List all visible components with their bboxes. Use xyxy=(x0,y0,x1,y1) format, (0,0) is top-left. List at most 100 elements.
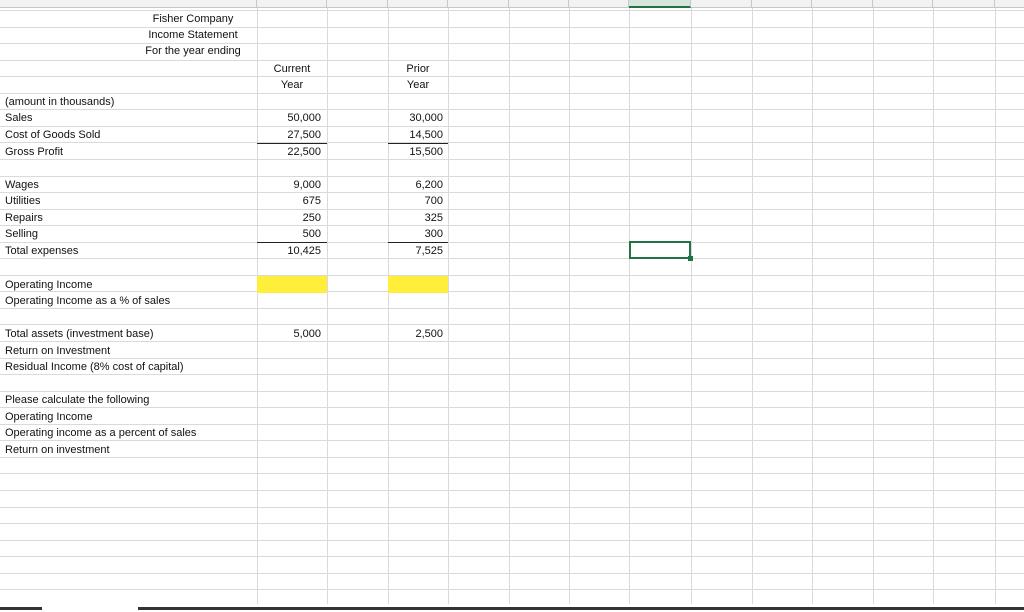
instructions-item-1: Operating Income xyxy=(5,411,93,423)
residual-income-label: Residual Income (8% cost of capital) xyxy=(5,361,184,373)
sales-current: 50,000 xyxy=(287,112,321,124)
column-header-g[interactable] xyxy=(569,0,629,8)
repairs-label: Repairs xyxy=(5,212,43,224)
gross-profit-prior: 15,500 xyxy=(409,146,443,158)
gridline-row xyxy=(0,142,1024,143)
gridline-col xyxy=(388,8,389,604)
gridline-col xyxy=(873,8,874,604)
gridline-row xyxy=(0,341,1024,342)
gridline-row xyxy=(0,126,1024,127)
sales-label: Sales xyxy=(5,112,33,124)
sales-prior: 30,000 xyxy=(409,112,443,124)
fill-handle[interactable] xyxy=(688,256,693,261)
selling-label: Selling xyxy=(5,228,39,240)
selling-current: 500 xyxy=(302,228,321,240)
column-header-l[interactable] xyxy=(873,0,933,8)
column-header-j[interactable] xyxy=(752,0,812,8)
gridline-row xyxy=(0,192,1024,193)
sheet-tab-strip[interactable] xyxy=(0,607,42,610)
repairs-prior: 325 xyxy=(424,212,443,224)
gridline-row xyxy=(0,490,1024,491)
gridline-row xyxy=(0,242,1024,243)
total-assets-label: Total assets (investment base) xyxy=(5,328,154,340)
gridline-row xyxy=(0,407,1024,408)
current-year-header-1: Current xyxy=(273,63,311,75)
gridline-row xyxy=(0,391,1024,392)
amount-note: (amount in thousands) xyxy=(5,96,115,108)
gross-profit-current: 22,500 xyxy=(287,146,321,158)
gridline-col xyxy=(691,8,692,604)
gridline-row xyxy=(0,573,1024,574)
oi-pct-sales-label: Operating Income as a % of sales xyxy=(5,295,171,307)
column-header-m[interactable] xyxy=(933,0,995,8)
operating-income-label: Operating Income xyxy=(5,279,93,291)
gridline-row xyxy=(0,60,1024,61)
spreadsheet-grid[interactable]: Fisher Company Income Statement For the … xyxy=(0,0,1024,612)
total-assets-current: 5,000 xyxy=(293,328,321,340)
column-header-h[interactable] xyxy=(629,0,691,8)
total-expenses-current: 10,425 xyxy=(287,245,321,257)
cogs-current: 27,500 xyxy=(287,129,321,141)
operating-income-prior[interactable] xyxy=(388,277,443,293)
horizontal-scrollbar[interactable] xyxy=(138,607,1024,610)
current-year-header-2: Year xyxy=(280,79,304,91)
wages-prior: 6,200 xyxy=(415,179,443,191)
gridline-row xyxy=(0,109,1024,110)
column-header-i[interactable] xyxy=(691,0,752,8)
gridline-row xyxy=(0,176,1024,177)
gridline-col xyxy=(752,8,753,604)
gridline-row xyxy=(0,76,1024,77)
utilities-label: Utilities xyxy=(5,195,41,207)
prior-year-header-1: Prior xyxy=(406,63,430,75)
selling-prior: 300 xyxy=(424,228,443,240)
total-expenses-prior: 7,525 xyxy=(415,245,443,257)
repairs-current: 250 xyxy=(302,212,321,224)
gridline-row xyxy=(0,275,1024,276)
gridline-row xyxy=(0,93,1024,94)
instructions-item-2: Operating income as a percent of sales xyxy=(5,427,197,439)
gridline-row xyxy=(0,523,1024,524)
gridline-col xyxy=(812,8,813,604)
cogs-prior: 14,500 xyxy=(409,129,443,141)
cogs-label: Cost of Goods Sold xyxy=(5,129,101,141)
column-header-e[interactable] xyxy=(448,0,509,8)
gridline-row xyxy=(0,473,1024,474)
gridline-row xyxy=(0,159,1024,160)
total-expenses-label: Total expenses xyxy=(5,245,79,257)
prior-year-header-2: Year xyxy=(406,79,430,91)
instructions-item-3: Return on investment xyxy=(5,444,110,456)
instructions-heading: Please calculate the following xyxy=(5,394,150,406)
wages-label: Wages xyxy=(5,179,39,191)
gridline-row xyxy=(0,457,1024,458)
column-header-c[interactable] xyxy=(327,0,388,8)
gridline-col xyxy=(327,8,328,604)
gridline-col xyxy=(257,8,258,604)
operating-income-current[interactable] xyxy=(257,277,321,293)
wages-current: 9,000 xyxy=(293,179,321,191)
utilities-current: 675 xyxy=(302,195,321,207)
active-cell-selection[interactable] xyxy=(629,241,691,259)
column-header-k[interactable] xyxy=(812,0,873,8)
column-header-a[interactable] xyxy=(0,0,257,8)
gridline-row xyxy=(0,507,1024,508)
column-header-b[interactable] xyxy=(257,0,327,8)
gridline-row xyxy=(0,556,1024,557)
gridline-col xyxy=(509,8,510,604)
utilities-prior: 700 xyxy=(424,195,443,207)
roi-label: Return on Investment xyxy=(5,345,111,357)
gridline-col xyxy=(569,8,570,604)
period-title: For the year ending xyxy=(145,45,241,57)
column-header-f[interactable] xyxy=(509,0,569,8)
company-title: Fisher Company xyxy=(152,13,234,25)
total-assets-prior: 2,500 xyxy=(415,328,443,340)
column-header-d[interactable] xyxy=(388,0,448,8)
gridline-row xyxy=(0,540,1024,541)
gridline-col xyxy=(995,8,996,604)
gridline-row xyxy=(0,589,1024,590)
gross-profit-label: Gross Profit xyxy=(5,146,64,158)
gridline-col xyxy=(933,8,934,604)
gridline-row xyxy=(0,225,1024,226)
gridline-col xyxy=(629,8,630,604)
statement-title: Income Statement xyxy=(148,29,238,41)
gridline-row xyxy=(0,291,1024,292)
